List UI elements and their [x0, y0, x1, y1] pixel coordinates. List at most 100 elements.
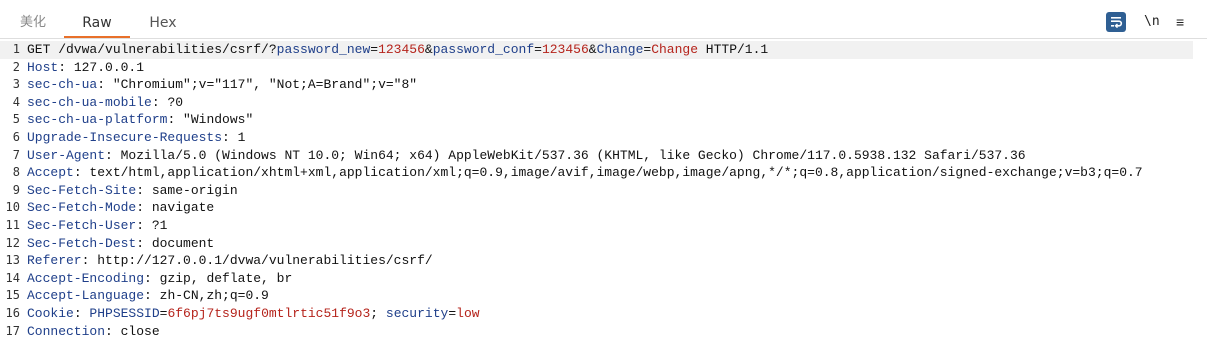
line-number: 14 [5, 270, 20, 285]
header-value: "Windows" [183, 112, 254, 128]
line-content: Sec-Fetch-User: ?1 [27, 217, 167, 235]
header-name: Accept-Language [27, 288, 145, 304]
line-content: sec-ch-ua: "Chromium";v="117", "Not;A=Br… [27, 76, 417, 94]
header-name: Sec-Fetch-Site [27, 182, 137, 198]
line-content: sec-ch-ua-mobile: ?0 [27, 94, 183, 112]
header-colon: : [58, 59, 74, 75]
code-line: 15 Accept-Language: zh-CN,zh;q=0.9 [0, 287, 1207, 305]
header-colon: : [97, 77, 113, 93]
header-name: User-Agent [27, 147, 106, 163]
header-value: document [151, 235, 215, 251]
header-value: 1 [237, 130, 246, 145]
line-number: 3 [12, 77, 20, 92]
header-colon: : [136, 235, 152, 251]
query-param-key: password_conf [432, 42, 535, 57]
query-param-value: 123456 [378, 42, 425, 57]
line-number: 9 [12, 182, 20, 197]
line-content: GET /dvwa/vulnerabilities/csrf/?password… [27, 41, 768, 59]
header-colon: : [73, 165, 90, 181]
line-content: Upgrade-Insecure-Requests: 1 [27, 129, 245, 147]
code-line: 11 Sec-Fetch-User: ?1 [0, 217, 1207, 235]
header-colon: : [73, 306, 90, 321]
header-name: Cookie [27, 306, 74, 321]
code-line: 5 sec-ch-ua-platform: "Windows" [0, 111, 1207, 129]
header-colon: : [167, 112, 184, 128]
header-colon: : [105, 323, 121, 339]
param-equals: = [534, 42, 542, 57]
show-newlines-button[interactable]: \n [1144, 12, 1160, 32]
param-equals: = [370, 42, 379, 57]
line-number: 1 [12, 42, 20, 56]
header-colon: : [144, 288, 160, 304]
header-value: Mozilla/5.0 (Windows NT 10.0; Win64; x64… [120, 147, 1026, 163]
header-name: Sec-Fetch-Mode [27, 200, 137, 216]
code-line: 12 Sec-Fetch-Dest: document [0, 235, 1207, 253]
header-colon: : [222, 130, 238, 145]
code-line: 7 User-Agent: Mozilla/5.0 (Windows NT 10.… [0, 147, 1207, 165]
header-value: http://127.0.0.1/dvwa/vulnerabilities/cs… [97, 253, 433, 269]
cookie-value: low [456, 306, 480, 321]
line-number: 2 [12, 59, 20, 74]
line-content: Cookie: PHPSESSID = 6f6pj7ts9ugf0mtlrtic51… [27, 305, 480, 323]
code-line: 3 sec-ch-ua: "Chromium";v="117", "Not;A=B… [0, 76, 1207, 94]
hamburger-menu-icon[interactable]: ≡ [1176, 12, 1190, 32]
line-content: User-Agent: Mozilla/5.0 (Windows NT 10.0… [27, 147, 1026, 165]
tab-raw[interactable]: Raw [64, 0, 130, 38]
header-value: 127.0.0.1 [73, 59, 145, 75]
header-colon: : [136, 200, 152, 216]
code-line: 16 Cookie: PHPSESSID = 6f6pj7ts9ugf0mtlrtic… [0, 305, 1207, 323]
line-number: 6 [12, 130, 20, 144]
code-line: 1 GET /dvwa/vulnerabilities/csrf/?passwor… [0, 41, 1193, 59]
header-value: text/html,application/xhtml+xml,applicat… [89, 165, 1143, 181]
code-line: 10 Sec-Fetch-Mode: navigate [0, 199, 1207, 217]
line-content: Host: 127.0.0.1 [27, 59, 144, 77]
code-line: 2 Host: 127.0.0.1 [0, 59, 1207, 77]
line-content: Sec-Fetch-Dest: document [27, 235, 214, 253]
line-number: 10 [5, 200, 20, 215]
query-param-key: password_new [276, 42, 371, 57]
header-name: Sec-Fetch-Dest [27, 235, 137, 251]
header-name: Upgrade-Insecure-Requests [27, 130, 223, 145]
line-content: Referer: http://127.0.0.1/dvwa/vulnerabi… [27, 252, 433, 270]
tab-pretty[interactable]: 美化 [4, 0, 62, 38]
query-param-value: 123456 [541, 42, 589, 57]
header-value: close [120, 323, 160, 339]
header-colon: : [136, 182, 152, 198]
header-name: sec-ch-ua [27, 77, 98, 93]
code-line: 6 Upgrade-Insecure-Requests: 1 [0, 129, 1207, 147]
tab-hex[interactable]: Hex [130, 0, 196, 38]
header-value: same-origin [151, 182, 238, 198]
header-value: ?1 [151, 218, 168, 233]
header-value: zh-CN,zh;q=0.9 [159, 288, 269, 304]
line-number: 5 [12, 112, 20, 127]
line-number: 13 [5, 253, 20, 268]
header-colon: : [151, 94, 168, 110]
header-value: navigate [151, 200, 215, 216]
line-content: Sec-Fetch-Site: same-origin [27, 182, 238, 200]
editor-tab-bar: 美化 Raw Hex \n ≡ [0, 0, 1207, 38]
query-param-key: Change [596, 42, 644, 57]
code-line: 13 Referer: http://127.0.0.1/dvwa/vulnera… [0, 252, 1207, 270]
line-number: 8 [12, 165, 20, 180]
line-number: 11 [5, 218, 20, 232]
code-line: 9 Sec-Fetch-Site: same-origin [0, 182, 1207, 200]
code-line: 4 sec-ch-ua-mobile: ?0 [0, 94, 1207, 112]
header-name: Connection [27, 323, 106, 339]
line-number: 15 [5, 288, 20, 303]
tab-divider [0, 38, 1207, 39]
cookie-equals: = [448, 306, 457, 321]
query-param-value: Change [651, 42, 698, 57]
code-line: 17 Connection: close [0, 323, 1207, 340]
line-number: 12 [5, 235, 20, 250]
header-value: "Chromium";v="117", "Not;A=Brand";v="8" [112, 77, 418, 93]
raw-request-editor[interactable]: 1 GET /dvwa/vulnerabilities/csrf/?passwor… [0, 41, 1207, 340]
word-wrap-icon[interactable] [1106, 12, 1126, 32]
header-name: sec-ch-ua-mobile [27, 94, 152, 110]
header-name: Referer [27, 253, 82, 269]
http-version: HTTP/1.1 [698, 42, 769, 57]
line-content: Sec-Fetch-Mode: navigate [27, 199, 214, 217]
line-content: Accept-Encoding: gzip, deflate, br [27, 270, 292, 288]
header-colon: : [144, 270, 160, 286]
param-separator: & [588, 42, 597, 57]
line-content: sec-ch-ua-platform: "Windows" [27, 111, 253, 129]
